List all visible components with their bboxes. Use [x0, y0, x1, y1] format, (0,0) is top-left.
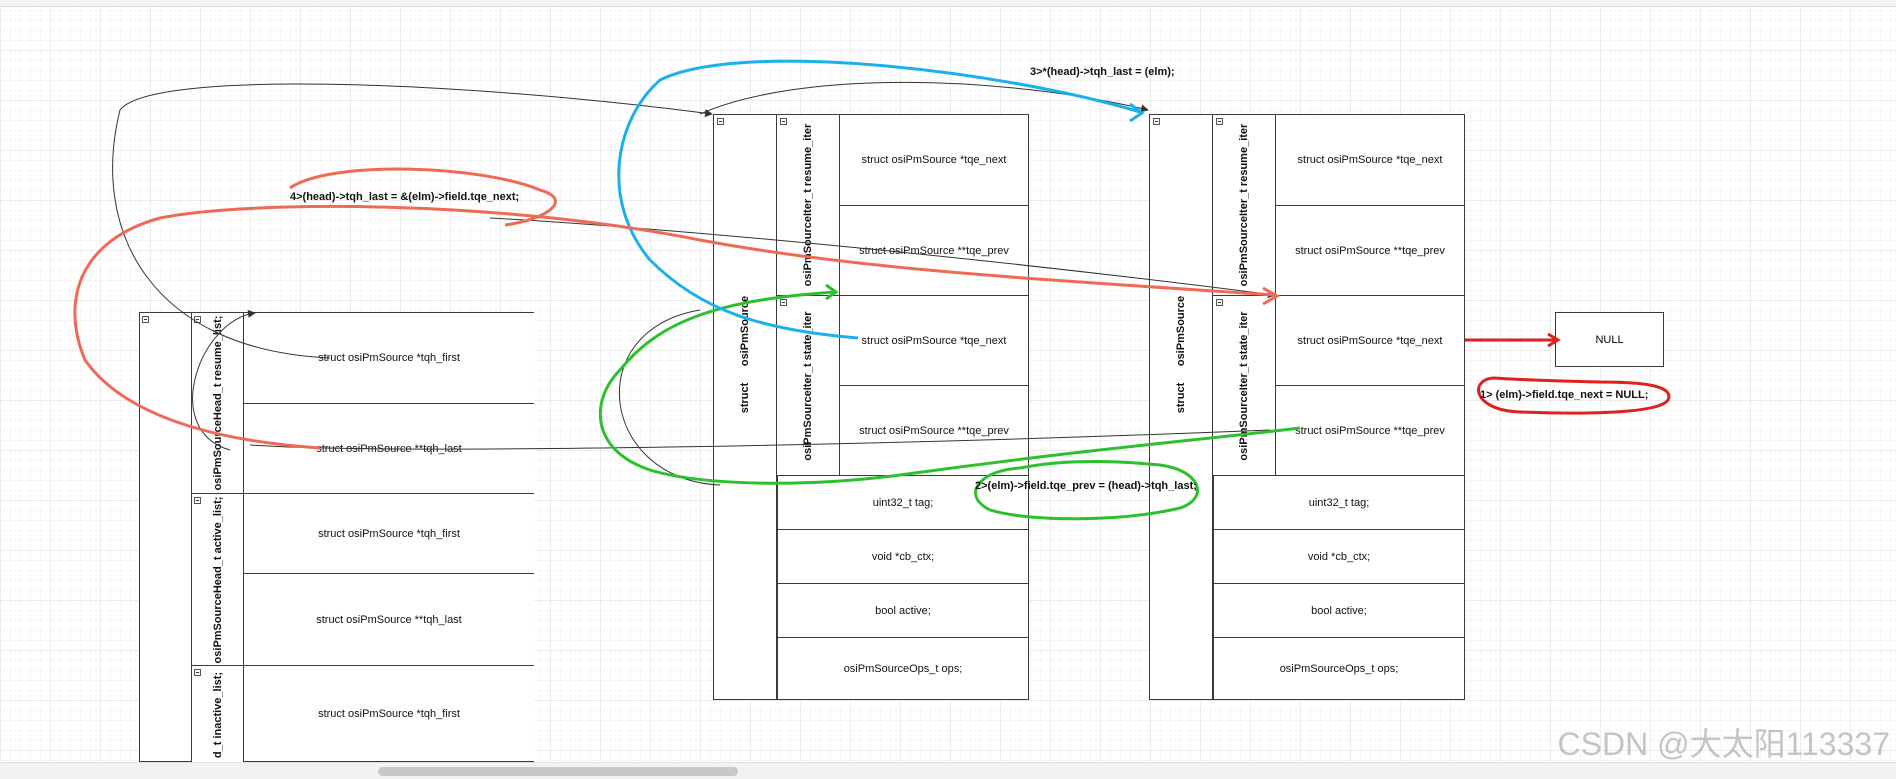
iter-row-tqe-next[interactable]: struct osiPmSource *tqe_next [1276, 295, 1464, 385]
field-row-cb-ctx[interactable]: void *cb_ctx; [1213, 529, 1464, 583]
iter-row-tqe-prev[interactable]: struct osiPmSource **tqe_prev [840, 205, 1028, 295]
source-struct-b[interactable]: osiPmSource struct osiPmSourceIter_t res… [1149, 114, 1465, 700]
iter-resume-label[interactable]: osiPmSourceIter_t resume_iter [1213, 115, 1276, 295]
head-row-tqh-first[interactable]: struct osiPmSource *tqh_first [244, 313, 534, 403]
head-group-label: d_t inactive_list; [211, 671, 224, 758]
iter-row-tqe-next[interactable]: struct osiPmSource *tqe_next [840, 295, 1028, 385]
null-box[interactable]: NULL [1555, 312, 1664, 367]
diagram-canvas: osiPmSourceHead_t resume_list; struct os… [0, 0, 1896, 779]
struct-type-label: osiPmSource [739, 295, 751, 367]
head-row-tqh-last[interactable]: struct osiPmSource **tqh_last [244, 573, 534, 665]
head-group-label: osiPmSourceHead_t resume_list; [211, 315, 224, 491]
connector-a-to-b [699, 81, 1149, 115]
field-row-ops[interactable]: osiPmSourceOps_t ops; [1213, 637, 1464, 699]
head-row-tqh-first[interactable]: struct osiPmSource *tqh_first [244, 665, 534, 761]
iter-row-tqe-next[interactable]: struct osiPmSource *tqe_next [840, 115, 1028, 205]
iter-state-label[interactable]: osiPmSourceIter_t state_iter [1213, 295, 1276, 475]
collapse-icon[interactable] [780, 299, 787, 306]
collapse-icon[interactable] [780, 118, 787, 125]
collapse-icon[interactable] [194, 316, 201, 323]
collapse-icon[interactable] [194, 497, 201, 504]
collapse-icon[interactable] [142, 316, 149, 323]
iter-state-label[interactable]: osiPmSourceIter_t state_iter [777, 295, 840, 475]
iter-row-tqe-prev[interactable]: struct osiPmSource **tqe_prev [1276, 205, 1464, 295]
connector-a-prev [618, 309, 721, 486]
struct-keyword-label: struct [1175, 382, 1187, 414]
annotation-step1: 1> (elm)->field.tqe_next = NULL; [1480, 389, 1649, 401]
head-group-active-list[interactable]: osiPmSourceHead_t active_list; [191, 493, 244, 665]
top-toolbar-edge [0, 0, 1896, 7]
head-group-inactive-list[interactable]: d_t inactive_list; [191, 665, 244, 763]
head-group-resume-list[interactable]: osiPmSourceHead_t resume_list; [191, 313, 244, 493]
head-group-label: osiPmSourceHead_t active_list; [211, 496, 224, 663]
collapse-icon[interactable] [1216, 118, 1223, 125]
struct-outer-label: osiPmSource struct [1150, 115, 1213, 699]
source-struct-a[interactable]: osiPmSource struct osiPmSourceIter_t res… [713, 114, 1029, 700]
iter-resume-label[interactable]: osiPmSourceIter_t resume_iter [777, 115, 840, 295]
null-label: NULL [1595, 333, 1624, 346]
watermark: CSDN @大太阳113337 [1557, 726, 1890, 762]
annotation-step3: 3>*(head)->tqh_last = (elm); [1030, 66, 1175, 78]
collapse-icon[interactable] [1216, 299, 1223, 306]
iter-row-tqe-prev[interactable]: struct osiPmSource **tqe_prev [1276, 385, 1464, 475]
field-row-active[interactable]: bool active; [777, 583, 1028, 637]
struct-keyword-label: struct [739, 382, 751, 414]
head-row-tqh-last[interactable]: struct osiPmSource **tqh_last [244, 403, 534, 493]
head-struct[interactable]: osiPmSourceHead_t resume_list; struct os… [139, 312, 534, 763]
iter-row-tqe-next[interactable]: struct osiPmSource *tqe_next [1276, 115, 1464, 205]
annotation-step2: 2>(elm)->field.tqe_prev = (head)->tqh_la… [975, 480, 1197, 492]
field-row-active[interactable]: bool active; [1213, 583, 1464, 637]
field-row-ops[interactable]: osiPmSourceOps_t ops; [777, 637, 1028, 699]
head-row-tqh-first[interactable]: struct osiPmSource *tqh_first [244, 493, 534, 573]
annotation-step4: 4>(head)->tqh_last = &(elm)->field.tqe_n… [290, 191, 520, 203]
struct-outer-label: osiPmSource struct [714, 115, 777, 699]
scrollbar-thumb[interactable] [378, 767, 738, 776]
field-row-cb-ctx[interactable]: void *cb_ctx; [777, 529, 1028, 583]
iter-row-tqe-prev[interactable]: struct osiPmSource **tqe_prev [840, 385, 1028, 475]
collapse-icon[interactable] [194, 669, 201, 676]
field-row-tag[interactable]: uint32_t tag; [1213, 475, 1464, 529]
struct-type-label: osiPmSource [1175, 295, 1187, 367]
